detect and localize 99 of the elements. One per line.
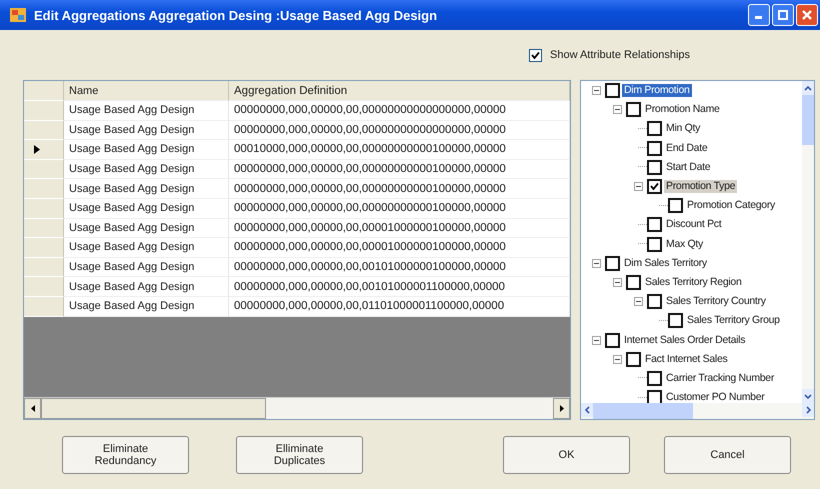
table-cell: 00000000,000,00000,00,00000000000000000,00000 [229, 120, 570, 140]
vertical-scrollbar[interactable] [802, 81, 814, 403]
checkbox[interactable] [647, 370, 662, 386]
table-cell: 00010000,000,00000,00,00000000000100000,00000 [229, 140, 570, 160]
tree-item[interactable]: Start Date [664, 160, 712, 174]
check-icon [650, 182, 659, 192]
collapse-icon[interactable] [634, 297, 642, 306]
checkbox[interactable] [647, 121, 662, 136]
scroll-up-button[interactable] [802, 81, 814, 95]
checkbox[interactable] [626, 274, 641, 290]
table-cell: 00000000,000,00000,00,00000000000100000,00000 [229, 179, 570, 199]
tree-item[interactable]: Sales Territory Region [643, 276, 744, 289]
checkbox[interactable] [668, 198, 683, 214]
checkbox[interactable] [647, 140, 662, 156]
table-cell: Usage Based Agg Design [64, 218, 229, 238]
tree-item[interactable]: Sales Territory Group [685, 314, 782, 328]
tree-item[interactable]: Promotion Type [664, 180, 738, 194]
checkbox[interactable] [647, 179, 662, 194]
collapse-icon[interactable] [634, 182, 642, 192]
tree-item[interactable]: End Date [664, 142, 710, 155]
horizontal-scrollbar[interactable] [24, 397, 570, 419]
table-cell: Usage Based Agg Design [64, 198, 229, 219]
table-cell: 00000000,000,00000,00,00101000001100000,00000 [229, 277, 570, 297]
table-cell: Usage Based Agg Design [64, 101, 229, 121]
collapse-icon[interactable] [592, 86, 600, 96]
dialog-button[interactable]: OK [503, 436, 630, 474]
up-chevron-icon [804, 86, 812, 90]
tree-item[interactable]: Customer PO Number [664, 391, 766, 403]
tree-item[interactable]: Max Qty [664, 238, 705, 251]
row-selector[interactable] [24, 140, 64, 160]
tree-item[interactable]: Dim Promotion [622, 84, 692, 98]
checkbox[interactable] [626, 102, 641, 118]
checkbox[interactable] [647, 294, 662, 310]
checkbox[interactable] [626, 352, 641, 367]
checkbox[interactable] [668, 313, 683, 328]
table-cell: Usage Based Agg Design [64, 140, 229, 160]
tree-item[interactable]: Promotion Category [685, 199, 777, 212]
table-cell: Usage Based Agg Design [64, 238, 229, 258]
collapse-icon[interactable] [612, 105, 622, 114]
scroll-thumb[interactable] [802, 95, 814, 145]
minimize-button[interactable] [748, 4, 770, 26]
checkbox[interactable] [605, 256, 620, 271]
show-attribute-relationships-checkbox[interactable]: Show Attribute Relationships [529, 48, 690, 62]
tree-item[interactable]: Dim Sales Territory [622, 256, 709, 270]
header-cell [24, 81, 64, 101]
tree-item[interactable]: Internet Sales Order Details [622, 334, 748, 347]
tree-item[interactable]: Discount Pct [664, 218, 724, 232]
scroll-right-button[interactable] [553, 398, 570, 419]
current-row-icon [34, 144, 40, 154]
table-cell: Usage Based Agg Design [64, 277, 229, 297]
right-chevron-icon [806, 406, 810, 414]
scroll-thumb[interactable] [593, 403, 693, 419]
column-header[interactable]: Aggregation Definition [229, 81, 570, 101]
tree-item[interactable]: Fact Internet Sales [643, 352, 730, 366]
table-cell: Usage Based Agg Design [64, 179, 229, 199]
maximize-button[interactable] [772, 4, 794, 26]
table-cell: 00000000,000,00000,00,00101000000100000,00000 [229, 258, 570, 278]
dialog-button[interactable]: Eliminate Redundancy [62, 436, 189, 474]
dialog-button[interactable]: Cancel [664, 436, 791, 474]
checkbox[interactable] [605, 332, 620, 348]
table-cell: Usage Based Agg Design [64, 258, 229, 278]
window-title: Edit Aggregations Aggregation Desing :Usage Based Agg Design [34, 8, 438, 22]
table-cell: 00000000,000,00000,00,00000000000000000,00000 [229, 101, 570, 121]
scroll-left-button[interactable] [24, 398, 41, 419]
checkbox[interactable] [647, 390, 662, 403]
horizontal-scrollbar[interactable] [581, 403, 814, 419]
column-header[interactable]: Name [64, 81, 229, 101]
table-cell: 00000000,000,00000,00,01101000001100000,00000 [229, 296, 570, 317]
collapse-icon[interactable] [612, 278, 622, 287]
check-icon [531, 50, 540, 60]
close-icon [802, 10, 812, 20]
checkbox[interactable] [605, 83, 620, 98]
tree-item[interactable]: Min Qty [664, 122, 702, 136]
table-cell: Usage Based Agg Design [64, 120, 229, 140]
close-button[interactable] [796, 4, 818, 26]
right-arrow-icon [560, 405, 564, 412]
left-chevron-icon [584, 406, 590, 414]
table-cell: 00000000,000,00000,00,00000000000100000,00000 [229, 160, 570, 180]
checkbox[interactable] [647, 217, 662, 232]
tree-item[interactable]: Carrier Tracking Number [664, 372, 776, 385]
collapse-icon[interactable] [612, 354, 622, 364]
table-cell: 00000000,000,00000,00,00000000000100000,00000 [229, 198, 570, 219]
table-cell: Usage Based Agg Design [64, 160, 229, 180]
maximize-icon [778, 10, 788, 20]
table-cell: 00000000,000,00000,00,00001000000100000,00000 [229, 238, 570, 258]
tree-item[interactable]: Promotion Name [643, 103, 722, 116]
checkbox[interactable] [647, 160, 662, 175]
scroll-down-button[interactable] [802, 389, 814, 403]
collapse-icon[interactable] [592, 258, 600, 268]
dialog-button[interactable]: Elliminate Duplicates [236, 436, 363, 474]
down-chevron-icon [804, 394, 812, 398]
checkbox[interactable] [647, 236, 662, 252]
table-cell: 00000000,000,00000,00,00001000000100000,00000 [229, 218, 570, 238]
left-arrow-icon [30, 405, 34, 412]
tree-item[interactable]: Sales Territory Country [664, 295, 768, 308]
collapse-icon[interactable] [592, 336, 600, 345]
scroll-thumb[interactable] [41, 398, 266, 419]
table-cell: Usage Based Agg Design [64, 296, 229, 317]
app-icon [10, 8, 26, 22]
